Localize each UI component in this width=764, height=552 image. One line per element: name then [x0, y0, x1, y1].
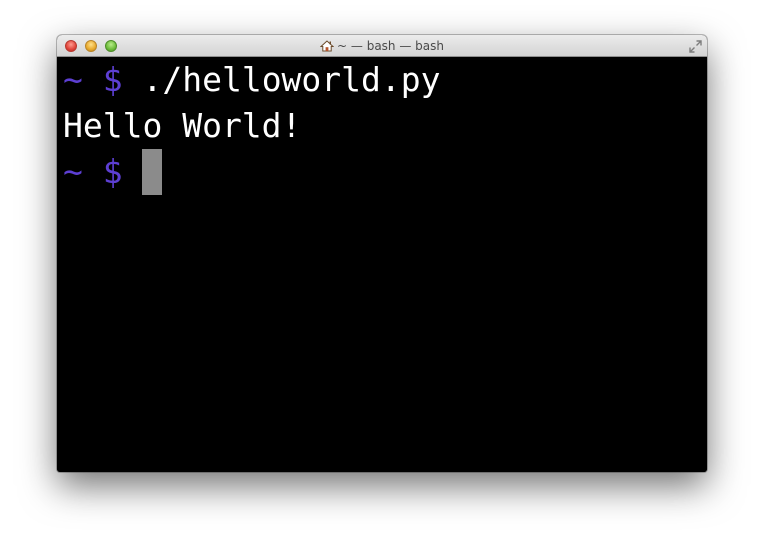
- text-cursor: [142, 149, 163, 195]
- output-text: Hello World!: [63, 106, 302, 145]
- terminal-line: Hello World!: [63, 103, 701, 149]
- window-title-text: ~ — bash — bash: [337, 39, 444, 53]
- terminal-window: ~ — bash — bash ~ $ ./helloworld.py Hell…: [57, 35, 707, 472]
- command-text: ./helloworld.py: [142, 60, 441, 99]
- prompt: ~ $: [63, 60, 143, 99]
- home-icon: [320, 40, 335, 52]
- prompt: ~ $: [63, 152, 143, 191]
- fullscreen-icon[interactable]: [689, 40, 702, 53]
- terminal-output[interactable]: ~ $ ./helloworld.py Hello World! ~ $: [57, 57, 707, 472]
- terminal-line: ~ $ ./helloworld.py: [63, 57, 701, 103]
- window-title: ~ — bash — bash: [57, 38, 707, 54]
- terminal-line: ~ $: [63, 149, 701, 195]
- title-bar[interactable]: ~ — bash — bash: [57, 35, 707, 57]
